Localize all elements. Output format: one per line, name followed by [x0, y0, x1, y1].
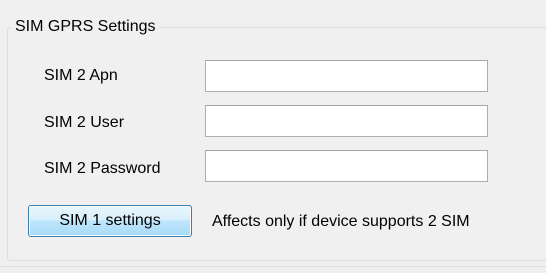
sim2-apn-field[interactable]	[205, 60, 488, 92]
sim1-settings-button[interactable]: SIM 1 settings	[28, 205, 192, 237]
group-title: SIM GPRS Settings	[12, 16, 159, 38]
sim2-apn-label: SIM 2 Apn	[44, 67, 118, 84]
sim2-user-field[interactable]	[205, 105, 488, 137]
sim-gprs-settings-panel: SIM GPRS Settings SIM 2 Apn SIM 2 User S…	[0, 0, 546, 273]
divider	[0, 266, 546, 267]
dual-sim-note: Affects only if device supports 2 SIM	[212, 213, 470, 230]
sim2-password-label: SIM 2 Password	[44, 160, 161, 177]
sim2-user-label: SIM 2 User	[44, 114, 125, 131]
sim2-password-field[interactable]	[205, 150, 488, 182]
